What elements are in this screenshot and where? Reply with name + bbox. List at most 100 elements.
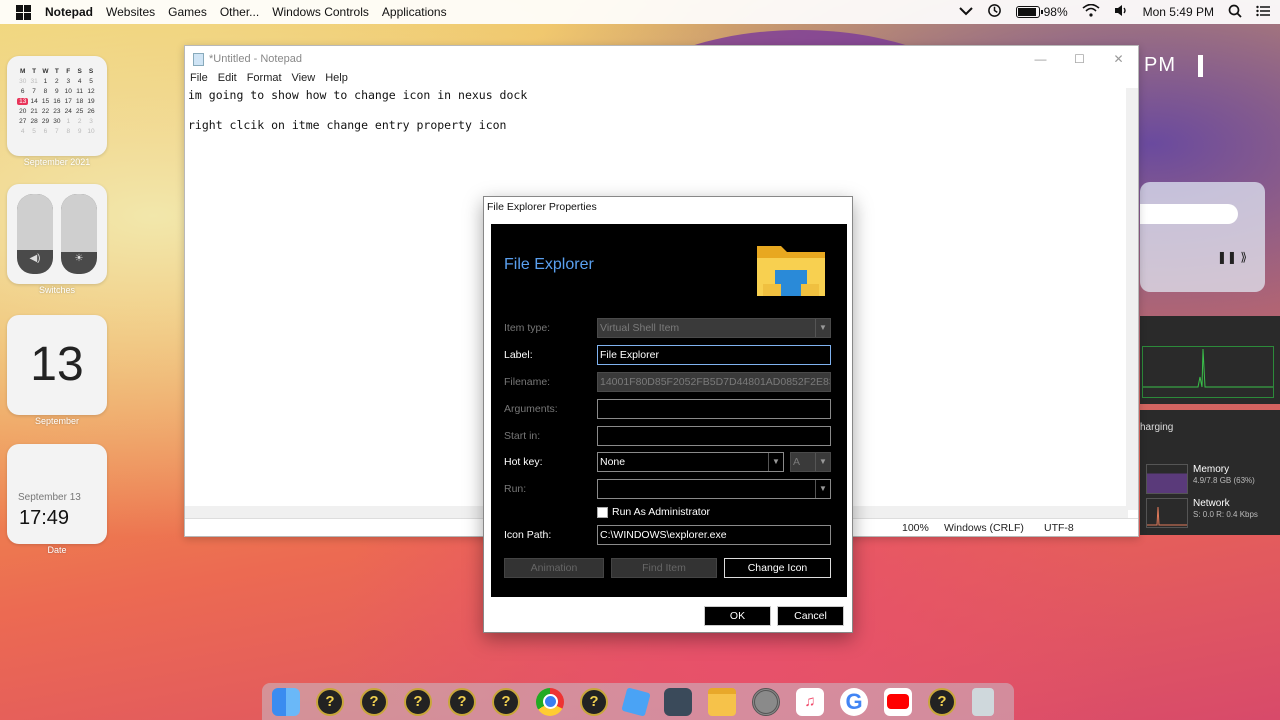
calendar-day[interactable]: 7	[28, 88, 39, 95]
animation-button[interactable]: Animation	[504, 558, 604, 578]
filename-input[interactable]: 14001F80D85F2052FB5D7D44801AD0852F2E83	[597, 372, 831, 392]
calendar-day[interactable]: 28	[28, 118, 39, 125]
calendar-day[interactable]: 8	[40, 88, 51, 95]
run-as-admin-row[interactable]: Run As Administrator	[597, 506, 710, 518]
calendar-day[interactable]: 30	[17, 78, 28, 85]
wifi-icon[interactable]	[1082, 3, 1100, 20]
calendar-day[interactable]: 15	[40, 98, 51, 105]
calendar-day[interactable]: 2	[51, 78, 62, 85]
menu-view[interactable]: View	[292, 72, 316, 88]
windows-logo-icon[interactable]	[16, 4, 31, 20]
calendar-day[interactable]: 22	[40, 108, 51, 115]
menubar-clock[interactable]: Mon 5:49 PM	[1143, 5, 1214, 19]
calendar-day[interactable]: 25	[74, 108, 85, 115]
calendar-day[interactable]: 16	[51, 98, 62, 105]
dock-unknown-app-icon[interactable]: ?	[492, 687, 520, 716]
dock-chrome-icon[interactable]	[536, 687, 564, 716]
calendar-day[interactable]: 2	[74, 118, 85, 125]
calendar-day[interactable]: 3	[63, 78, 74, 85]
label-input[interactable]: File Explorer	[597, 345, 831, 365]
calendar-day[interactable]: 6	[17, 88, 28, 95]
history-icon[interactable]	[987, 3, 1002, 21]
maximize-icon[interactable]: ☐	[1060, 46, 1099, 72]
calendar-day[interactable]: 19	[85, 98, 96, 105]
day-widget[interactable]: 13	[7, 315, 107, 415]
dock-unknown-app-icon[interactable]: ?	[404, 687, 432, 716]
volume-icon[interactable]	[1114, 4, 1129, 20]
dock-unknown-app-icon[interactable]: ?	[448, 687, 476, 716]
list-menu-icon[interactable]	[1256, 5, 1270, 20]
dock-unknown-app-icon[interactable]: ?	[360, 687, 388, 716]
icon-path-input[interactable]: C:\WINDOWS\explorer.exe	[597, 525, 831, 545]
calendar-day[interactable]: 31	[28, 78, 39, 85]
next-icon[interactable]: ⟫	[1240, 250, 1247, 264]
volume-switch[interactable]: ◀)	[17, 194, 53, 274]
brightness-switch[interactable]: ☀	[61, 194, 97, 274]
dock-unknown-app-icon[interactable]: ?	[580, 687, 608, 716]
dock-unknown-app-icon[interactable]: ?	[928, 687, 956, 716]
battery-indicator[interactable]: 98%	[1015, 5, 1068, 19]
run-dropdown[interactable]: ▼	[597, 479, 831, 499]
calendar-day[interactable]: 23	[51, 108, 62, 115]
calendar-day[interactable]: 8	[63, 128, 74, 135]
calendar-day[interactable]: 11	[74, 88, 85, 95]
calendar-day[interactable]: 30	[51, 118, 62, 125]
dock-youtube-icon[interactable]	[884, 687, 912, 716]
calendar-day[interactable]: 10	[63, 88, 74, 95]
calendar-day[interactable]: 29	[40, 118, 51, 125]
menubar-item-websites[interactable]: Websites	[106, 5, 155, 19]
dialog-title[interactable]: File Explorer Properties	[484, 197, 852, 217]
calendar-day[interactable]: 9	[51, 88, 62, 95]
notepad-titlebar[interactable]: *Untitled - Notepad	[185, 46, 1138, 72]
dock-itunes-icon[interactable]: ♫	[796, 687, 824, 716]
calendar-day[interactable]: 4	[74, 78, 85, 85]
calendar-day[interactable]: 20	[17, 108, 28, 115]
calendar-day[interactable]: 4	[17, 128, 28, 135]
calendar-day[interactable]: 10	[85, 128, 96, 135]
minimize-icon[interactable]: —	[1021, 46, 1060, 72]
dock-recycle-bin-icon[interactable]	[972, 687, 994, 716]
hot-key-letter-dropdown[interactable]: A ▼	[790, 452, 831, 472]
menu-edit[interactable]: Edit	[218, 72, 237, 88]
calendar-day[interactable]: 21	[28, 108, 39, 115]
calendar-day[interactable]: 1	[63, 118, 74, 125]
calendar-day[interactable]: 5	[28, 128, 39, 135]
hot-key-dropdown[interactable]: None ▼	[597, 452, 784, 472]
menubar-item-games[interactable]: Games	[168, 5, 207, 19]
dock-file-explorer-icon[interactable]	[708, 687, 736, 716]
calendar-widget[interactable]: M T W T F S S 30 31 1 2 3 4 5 6 7 8 9 10 11 12 13 14 15 16 17 18 19…	[7, 56, 107, 156]
calendar-day[interactable]: 1	[40, 78, 51, 85]
calendar-day[interactable]: 7	[51, 128, 62, 135]
calendar-day[interactable]: 3	[85, 118, 96, 125]
search-icon[interactable]	[1228, 4, 1242, 21]
dock-roblox-studio-icon[interactable]	[621, 686, 651, 717]
arguments-input[interactable]	[597, 399, 831, 419]
change-icon-button[interactable]: Change Icon	[724, 558, 831, 578]
calendar-day[interactable]: 12	[85, 88, 96, 95]
cancel-button[interactable]: Cancel	[777, 606, 844, 626]
pause-icon[interactable]: ❚❚	[1217, 250, 1237, 264]
calendar-day[interactable]: 27	[17, 118, 28, 125]
vertical-scrollbar[interactable]	[1126, 88, 1138, 510]
calendar-day[interactable]: 14	[28, 98, 39, 105]
calendar-day[interactable]: 6	[40, 128, 51, 135]
item-type-dropdown[interactable]: Virtual Shell Item ▼	[597, 318, 831, 338]
calendar-day[interactable]: 13	[17, 98, 29, 105]
menubar-item-applications[interactable]: Applications	[382, 5, 447, 19]
menu-file[interactable]: File	[190, 72, 208, 88]
menubar-app-name[interactable]: Notepad	[45, 5, 93, 19]
date-widget[interactable]: September 13 17:49	[7, 444, 107, 544]
dock-finder-icon[interactable]	[272, 687, 300, 716]
calendar-day[interactable]: 17	[63, 98, 74, 105]
dock-tools-icon[interactable]	[664, 687, 692, 716]
calendar-day[interactable]: 18	[74, 98, 85, 105]
calendar-day[interactable]: 26	[85, 108, 96, 115]
calendar-day[interactable]: 5	[85, 78, 96, 85]
close-icon[interactable]: ✕	[1099, 46, 1138, 72]
find-item-button[interactable]: Find Item	[611, 558, 717, 578]
start-in-input[interactable]	[597, 426, 831, 446]
calendar-day[interactable]: 9	[74, 128, 85, 135]
calendar-day[interactable]: 24	[63, 108, 74, 115]
menubar-item-windows-controls[interactable]: Windows Controls	[272, 5, 369, 19]
ok-button[interactable]: OK	[704, 606, 771, 626]
